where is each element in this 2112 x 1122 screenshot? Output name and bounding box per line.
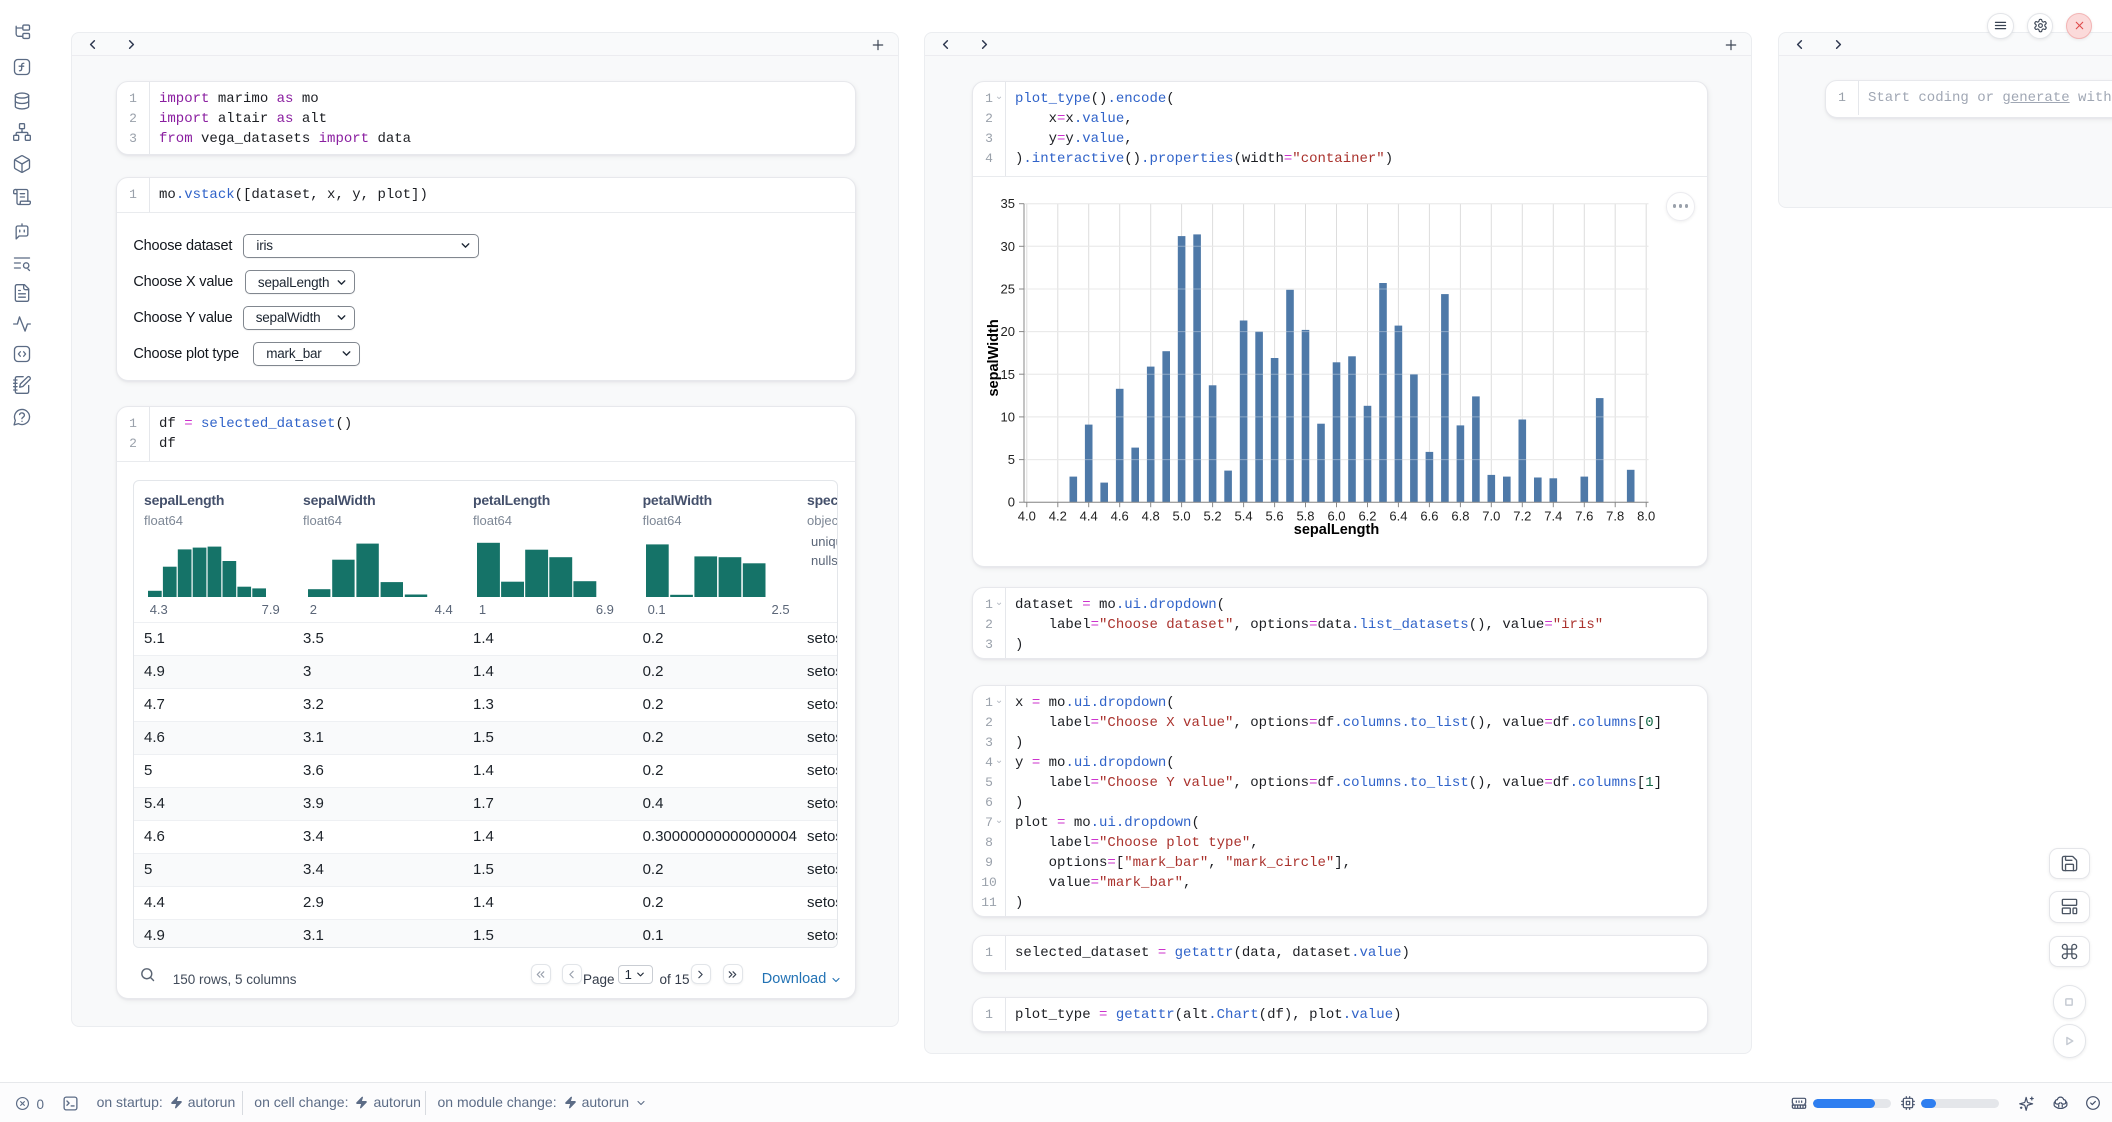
svg-text:4.8: 4.8 (1142, 509, 1160, 524)
svg-text:7.6: 7.6 (1575, 509, 1593, 524)
svg-text:7.4: 7.4 (1544, 509, 1562, 524)
svg-text:0: 0 (1008, 495, 1015, 510)
svg-text:4.4: 4.4 (1080, 509, 1098, 524)
svg-text:6.6: 6.6 (1420, 509, 1438, 524)
svg-text:20: 20 (1001, 324, 1015, 339)
svg-text:6.4: 6.4 (1389, 509, 1407, 524)
svg-text:5.6: 5.6 (1266, 509, 1284, 524)
svg-text:8.0: 8.0 (1637, 509, 1655, 524)
svg-text:6.8: 6.8 (1451, 509, 1469, 524)
svg-text:5: 5 (1008, 452, 1015, 467)
svg-text:7.8: 7.8 (1606, 509, 1624, 524)
svg-text:7.0: 7.0 (1482, 509, 1500, 524)
svg-text:4.0: 4.0 (1018, 509, 1036, 524)
svg-text:7.2: 7.2 (1513, 509, 1531, 524)
svg-text:30: 30 (1001, 239, 1015, 254)
svg-text:5.0: 5.0 (1173, 509, 1191, 524)
svg-text:sepalWidth: sepalWidth (986, 319, 1002, 396)
svg-text:sepalLength: sepalLength (1294, 522, 1379, 538)
svg-text:5.2: 5.2 (1204, 509, 1222, 524)
svg-text:4.6: 4.6 (1111, 509, 1129, 524)
svg-text:5.4: 5.4 (1235, 509, 1253, 524)
svg-text:10: 10 (1001, 409, 1015, 424)
svg-text:15: 15 (1001, 367, 1015, 382)
svg-text:4.2: 4.2 (1049, 509, 1067, 524)
svg-text:35: 35 (1001, 196, 1015, 211)
svg-text:25: 25 (1001, 282, 1015, 297)
